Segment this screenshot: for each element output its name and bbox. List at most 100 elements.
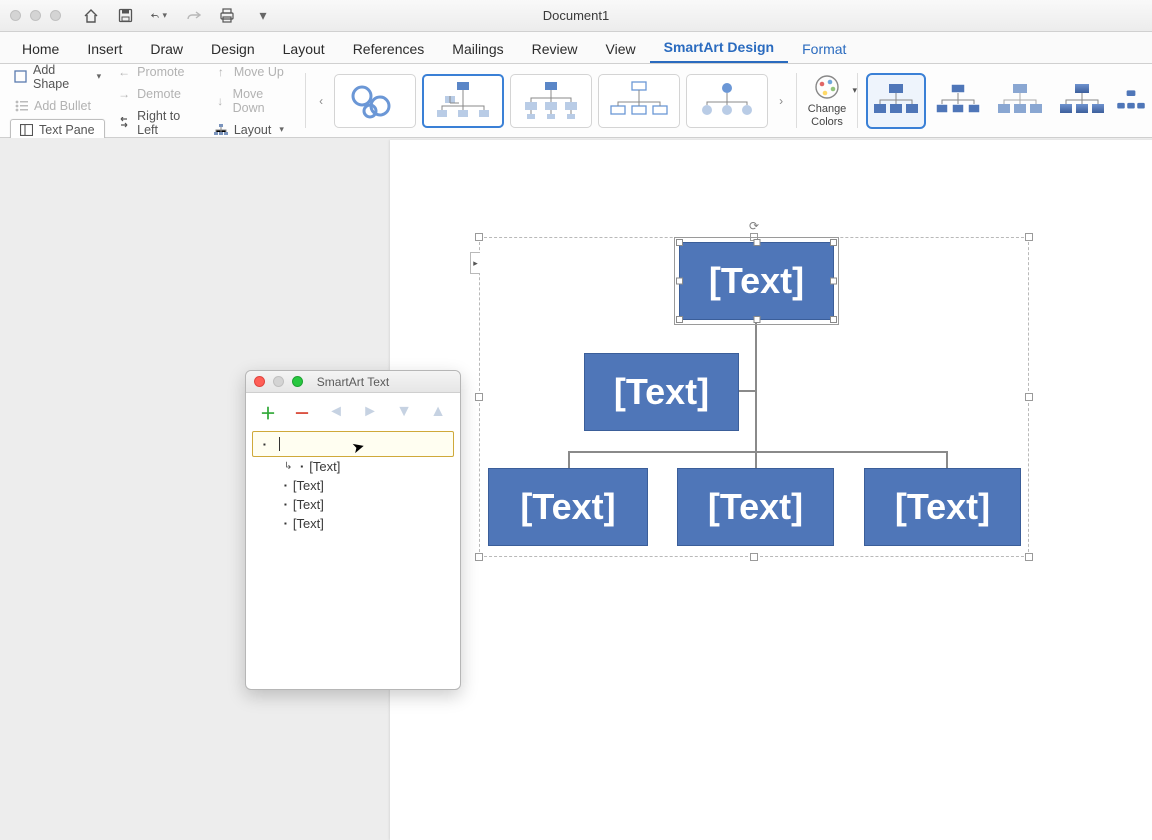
layout-option-1[interactable]: [334, 74, 416, 128]
panel-close-icon[interactable]: [254, 376, 265, 387]
smartart-text-panel[interactable]: SmartArt Text ＋ － ◄ ► ▼ ▲ ▪ ↳ ▪ [Text] ▪…: [245, 370, 461, 690]
tab-mailings[interactable]: Mailings: [438, 35, 517, 63]
layout-option-2[interactable]: [422, 74, 504, 128]
panel-title: SmartArt Text: [317, 375, 389, 389]
connector: [755, 451, 757, 469]
tab-layout[interactable]: Layout: [269, 35, 339, 63]
minimize-window-icon[interactable]: [30, 10, 41, 21]
undo-icon[interactable]: ▾: [151, 8, 167, 24]
rotate-handle-icon[interactable]: ⟳: [749, 219, 759, 233]
style-option-5[interactable]: [1116, 75, 1146, 127]
move-down-button[interactable]: ↓ Move Down: [210, 85, 297, 117]
tab-view[interactable]: View: [592, 35, 650, 63]
resize-handle[interactable]: [475, 393, 483, 401]
add-shape-icon: [14, 70, 27, 83]
add-shape-button[interactable]: Add Shape ▾: [10, 61, 105, 93]
panel-move-down-icon[interactable]: ▼: [396, 403, 412, 421]
right-to-left-button[interactable]: Right to Left: [113, 107, 202, 139]
resize-handle[interactable]: [1025, 393, 1033, 401]
close-window-icon[interactable]: [10, 10, 21, 21]
tab-smartart-design[interactable]: SmartArt Design: [650, 33, 788, 63]
document-page[interactable]: ⟳ ▸ [Text]: [390, 140, 1152, 840]
bullet-icon: ▪: [284, 519, 287, 528]
smartart-node-child-1[interactable]: [Text]: [488, 468, 648, 546]
save-icon[interactable]: [117, 8, 133, 24]
outline-text: [Text]: [309, 459, 340, 474]
style-option-3[interactable]: [992, 75, 1048, 127]
gallery-next-icon[interactable]: ›: [774, 94, 788, 108]
layout-button[interactable]: Layout ▾: [210, 121, 297, 139]
connector: [568, 451, 570, 469]
move-up-icon: ↑: [214, 65, 228, 79]
layout-option-5[interactable]: [686, 74, 768, 128]
move-down-label: Move Down: [233, 87, 294, 115]
tab-format[interactable]: Format: [788, 35, 860, 63]
demote-label: Demote: [137, 87, 181, 101]
outline-text: [Text]: [293, 497, 324, 512]
print-icon[interactable]: [219, 8, 235, 24]
smartart-node-child-2[interactable]: [Text]: [677, 468, 834, 546]
expand-text-pane-icon[interactable]: ▸: [470, 252, 480, 274]
promote-icon: ←: [117, 65, 131, 79]
layout-option-4[interactable]: [598, 74, 680, 128]
styles-gallery: [862, 67, 1146, 134]
tab-draw[interactable]: Draw: [136, 35, 197, 63]
gallery-prev-icon[interactable]: ‹: [314, 94, 328, 108]
panel-zoom-icon[interactable]: [292, 376, 303, 387]
outline-item[interactable]: ▪ [Text]: [252, 495, 454, 514]
zoom-window-icon[interactable]: [50, 10, 61, 21]
panel-outline: ▪ ↳ ▪ [Text] ▪ [Text] ▪ [Text] ▪ [Text]: [246, 431, 460, 539]
smartart-node-assistant[interactable]: [Text]: [584, 353, 739, 431]
panel-demote-icon[interactable]: ►: [362, 403, 378, 421]
ribbon: Add Shape ▾ Add Bullet Text Pane ← Promo…: [0, 64, 1152, 138]
home-icon[interactable]: [83, 8, 99, 24]
demote-button[interactable]: → Demote: [113, 85, 202, 103]
bullet-icon: ▪: [300, 462, 303, 471]
smartart-node-top[interactable]: [Text]: [679, 242, 834, 320]
panel-move-up-icon[interactable]: ▲: [430, 403, 446, 421]
tab-insert[interactable]: Insert: [73, 35, 136, 63]
panel-titlebar[interactable]: SmartArt Text: [246, 371, 460, 393]
tab-design[interactable]: Design: [197, 35, 269, 63]
resize-handle[interactable]: [475, 233, 483, 241]
customize-qat-icon[interactable]: ▾: [255, 8, 271, 24]
move-down-icon: ↓: [214, 94, 227, 108]
document-title: Document1: [543, 8, 609, 23]
connector: [568, 451, 948, 453]
tab-review[interactable]: Review: [518, 35, 592, 63]
layout-option-3[interactable]: [510, 74, 592, 128]
style-option-4[interactable]: [1054, 75, 1110, 127]
style-option-1[interactable]: [868, 75, 924, 127]
demote-icon: →: [117, 87, 131, 101]
resize-handle[interactable]: [1025, 233, 1033, 241]
outline-item-active[interactable]: ▪: [252, 431, 454, 457]
panel-minimize-icon[interactable]: [273, 376, 284, 387]
panel-remove-icon[interactable]: －: [294, 400, 310, 424]
change-colors-button[interactable]: Change Colors ▾: [801, 67, 853, 134]
redo-icon[interactable]: [185, 8, 201, 24]
add-bullet-label: Add Bullet: [34, 99, 91, 113]
add-bullet-icon: [14, 100, 28, 112]
promote-button[interactable]: ← Promote: [113, 63, 202, 81]
ribbon-tabs: Home Insert Draw Design Layout Reference…: [0, 32, 1152, 64]
panel-add-icon[interactable]: ＋: [260, 400, 276, 424]
outline-item[interactable]: ▪ [Text]: [252, 476, 454, 495]
tab-references[interactable]: References: [339, 35, 439, 63]
resize-handle[interactable]: [475, 553, 483, 561]
resize-handle[interactable]: [750, 553, 758, 561]
resize-handle[interactable]: [1025, 553, 1033, 561]
style-option-2[interactable]: [930, 75, 986, 127]
add-bullet-button[interactable]: Add Bullet: [10, 97, 105, 115]
outline-item[interactable]: ↳ ▪ [Text]: [252, 457, 454, 476]
change-colors-icon: [813, 73, 841, 101]
move-up-button[interactable]: ↑ Move Up: [210, 63, 297, 81]
smartart-frame[interactable]: ⟳ ▸ [Text]: [479, 237, 1029, 557]
chevron-down-icon: ▾: [853, 85, 858, 96]
sub-arrow-icon: ↳: [284, 461, 292, 472]
tab-home[interactable]: Home: [8, 35, 73, 63]
layouts-gallery: ‹ ›: [310, 67, 792, 134]
panel-promote-icon[interactable]: ◄: [328, 403, 344, 421]
panel-toolbar: ＋ － ◄ ► ▼ ▲: [246, 393, 460, 431]
outline-item[interactable]: ▪ [Text]: [252, 514, 454, 533]
smartart-node-child-3[interactable]: [Text]: [864, 468, 1021, 546]
